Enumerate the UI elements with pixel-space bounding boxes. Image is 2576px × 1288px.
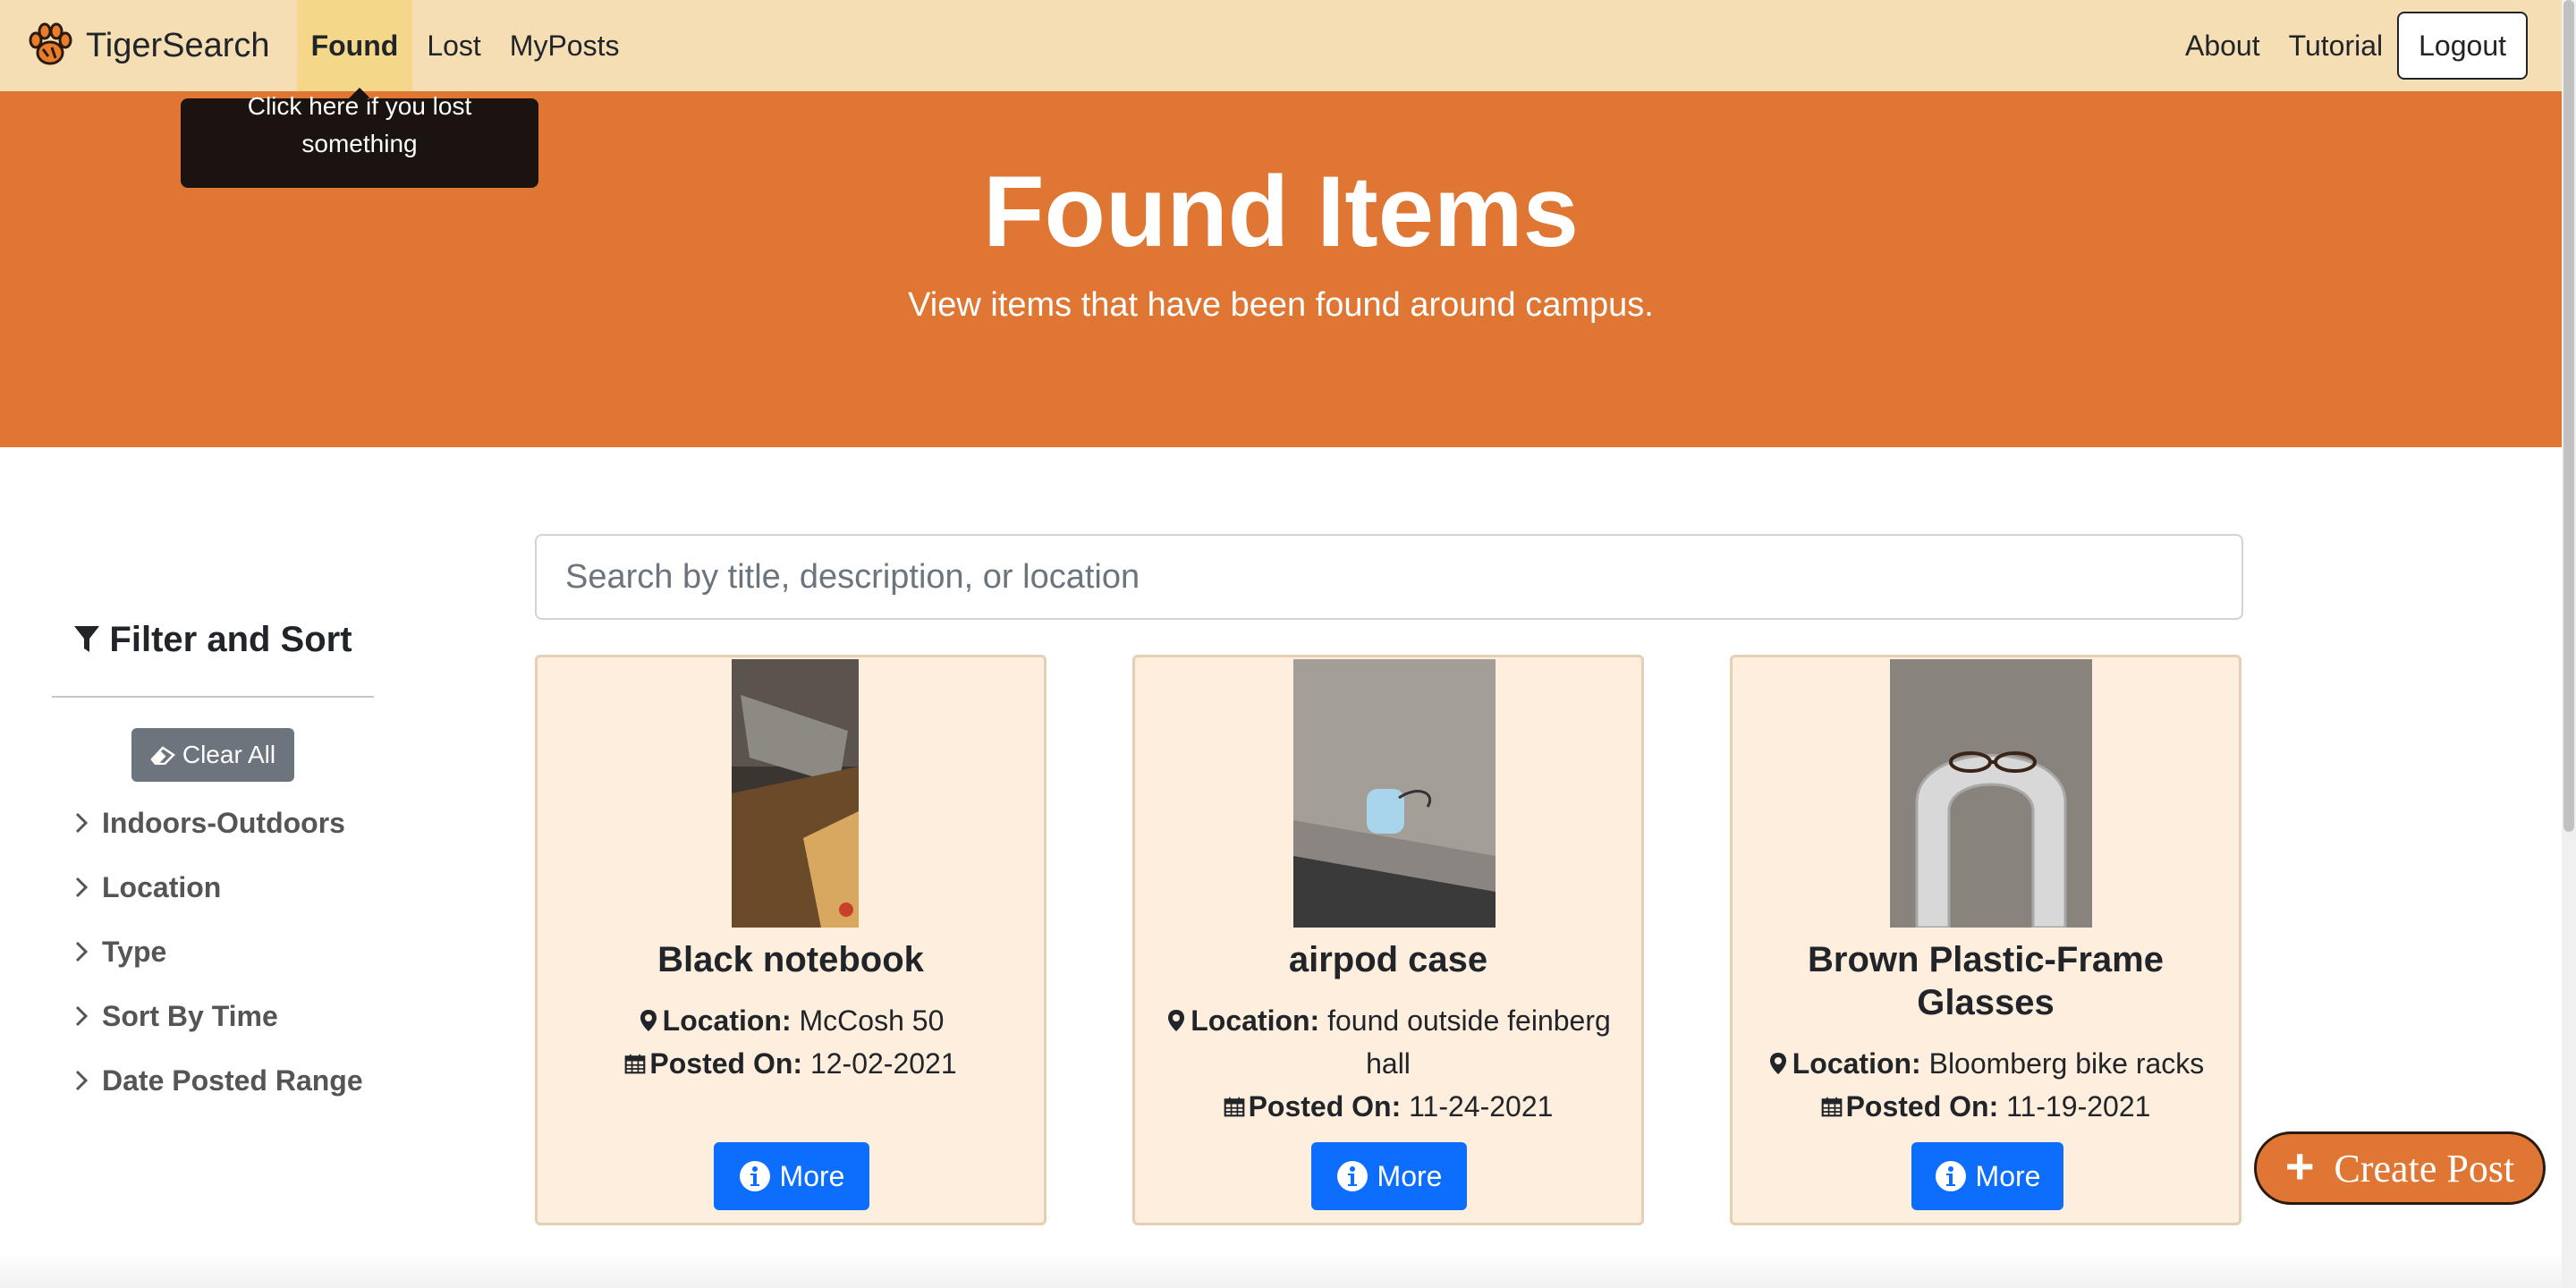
filter-location[interactable]: Location bbox=[73, 855, 374, 919]
more-button[interactable]: More bbox=[1311, 1142, 1467, 1210]
info-circle-icon bbox=[1336, 1161, 1368, 1191]
create-post-button[interactable]: + Create Post bbox=[2254, 1131, 2546, 1205]
clear-all-label: Clear All bbox=[182, 741, 276, 768]
item-photo-airpod-case bbox=[1293, 659, 1496, 928]
map-marker-icon bbox=[1168, 1010, 1185, 1031]
nav-links: Found Lost MyPosts bbox=[296, 0, 634, 91]
chevron-right-icon bbox=[75, 877, 89, 898]
item-location: Location: Bloomberg bike racks bbox=[1750, 1042, 2221, 1085]
chevron-right-icon bbox=[75, 1005, 89, 1027]
chevron-right-icon bbox=[75, 941, 89, 962]
clear-all-button[interactable]: Clear All bbox=[131, 728, 294, 782]
filter-icon bbox=[74, 626, 100, 652]
sidebar-divider bbox=[52, 696, 374, 698]
item-title: Black notebook bbox=[657, 940, 924, 979]
plus-icon: + bbox=[2284, 1138, 2315, 1194]
paw-logo-icon bbox=[29, 22, 72, 65]
calendar-icon bbox=[625, 1054, 646, 1074]
filter-title: Filter and Sort bbox=[52, 608, 374, 671]
scrollbar-thumb[interactable] bbox=[2563, 0, 2574, 832]
info-circle-icon bbox=[739, 1161, 770, 1191]
item-card: Black notebook Location: McCosh 50 Poste… bbox=[535, 655, 1046, 1225]
posted-label: Posted On: bbox=[1845, 1090, 1999, 1123]
location-value: McCosh 50 bbox=[799, 1004, 945, 1037]
item-title: airpod case bbox=[1288, 940, 1488, 979]
nav-lost-link[interactable]: Lost bbox=[412, 0, 495, 91]
item-title: Brown Plastic-Frame Glasses bbox=[1808, 940, 2164, 1022]
chevron-right-icon bbox=[75, 1070, 89, 1091]
posted-label: Posted On: bbox=[649, 1047, 803, 1080]
posted-label: Posted On: bbox=[1248, 1090, 1402, 1123]
filter-date-posted-range[interactable]: Date Posted Range bbox=[73, 1048, 374, 1113]
filter-label: Type bbox=[102, 935, 167, 968]
more-label: More bbox=[779, 1159, 845, 1192]
nav-found-link[interactable]: Found bbox=[296, 0, 413, 91]
filter-type[interactable]: Type bbox=[73, 919, 374, 984]
calendar-icon bbox=[1224, 1097, 1244, 1117]
item-card: Brown Plastic-Frame Glasses Location: Bl… bbox=[1730, 655, 2241, 1225]
posted-date: 11-19-2021 bbox=[2006, 1090, 2151, 1123]
nav-right: About Tutorial Logout bbox=[2171, 0, 2528, 91]
chevron-right-icon bbox=[75, 812, 89, 834]
map-marker-icon bbox=[1769, 1053, 1786, 1074]
tooltip-text: Click here if you lost something bbox=[247, 92, 472, 157]
calendar-icon bbox=[1821, 1097, 1842, 1117]
page-subtitle: View items that have been found around c… bbox=[908, 286, 1654, 324]
navbar: TigerSearch Found Lost MyPosts About Tut… bbox=[0, 0, 2562, 91]
location-label: Location: bbox=[1191, 1004, 1320, 1037]
location-label: Location: bbox=[1792, 1047, 1921, 1080]
search-input[interactable] bbox=[535, 534, 2243, 620]
bottom-shade bbox=[0, 1252, 2562, 1288]
more-button[interactable]: More bbox=[714, 1142, 869, 1210]
brand-name: TigerSearch bbox=[86, 26, 270, 64]
item-posted: Posted On: 12-02-2021 bbox=[555, 1042, 1026, 1085]
more-label: More bbox=[1377, 1159, 1443, 1192]
item-posted: Posted On: 11-19-2021 bbox=[1750, 1085, 2221, 1128]
tooltip-arrow bbox=[349, 88, 370, 98]
create-post-label: Create Post bbox=[2334, 1146, 2515, 1191]
filter-sidebar: Filter and Sort Clear All Indoors-Outdoo… bbox=[52, 608, 374, 1113]
location-value: found outside feinberg hall bbox=[1327, 1004, 1611, 1080]
filter-label: Date Posted Range bbox=[102, 1063, 363, 1097]
posted-date: 11-24-2021 bbox=[1409, 1090, 1554, 1123]
eraser-icon bbox=[150, 746, 175, 765]
more-label: More bbox=[1975, 1159, 2041, 1192]
logout-button[interactable]: Logout bbox=[2397, 12, 2528, 80]
location-value: Bloomberg bike racks bbox=[1928, 1047, 2205, 1080]
filter-title-text: Filter and Sort bbox=[109, 619, 352, 659]
item-location: Location: found outside feinberg hall bbox=[1153, 999, 1623, 1085]
location-label: Location: bbox=[662, 1004, 792, 1037]
lost-tooltip: Click here if you lost something bbox=[181, 88, 538, 188]
info-circle-icon bbox=[1935, 1161, 1966, 1191]
posted-date: 12-02-2021 bbox=[809, 1047, 957, 1080]
item-posted: Posted On: 11-24-2021 bbox=[1153, 1085, 1623, 1128]
item-location: Location: McCosh 50 bbox=[555, 999, 1026, 1042]
item-photo-notebook bbox=[732, 659, 859, 928]
more-button[interactable]: More bbox=[1911, 1142, 2063, 1210]
nav-tutorial-link[interactable]: Tutorial bbox=[2275, 0, 2398, 91]
item-photo-glasses bbox=[1890, 659, 2092, 928]
map-marker-icon bbox=[640, 1010, 657, 1031]
filter-label: Indoors-Outdoors bbox=[102, 806, 345, 839]
filter-label: Location bbox=[102, 870, 222, 903]
filter-sort-by-time[interactable]: Sort By Time bbox=[73, 984, 374, 1048]
filter-label: Sort By Time bbox=[102, 999, 278, 1032]
nav-about-link[interactable]: About bbox=[2171, 0, 2275, 91]
item-card: airpod case Location: found outside fein… bbox=[1132, 655, 1644, 1225]
filter-indoors-outdoors[interactable]: Indoors-Outdoors bbox=[73, 791, 374, 855]
nav-myposts-link[interactable]: MyPosts bbox=[496, 0, 634, 91]
brand[interactable]: TigerSearch bbox=[25, 0, 270, 91]
